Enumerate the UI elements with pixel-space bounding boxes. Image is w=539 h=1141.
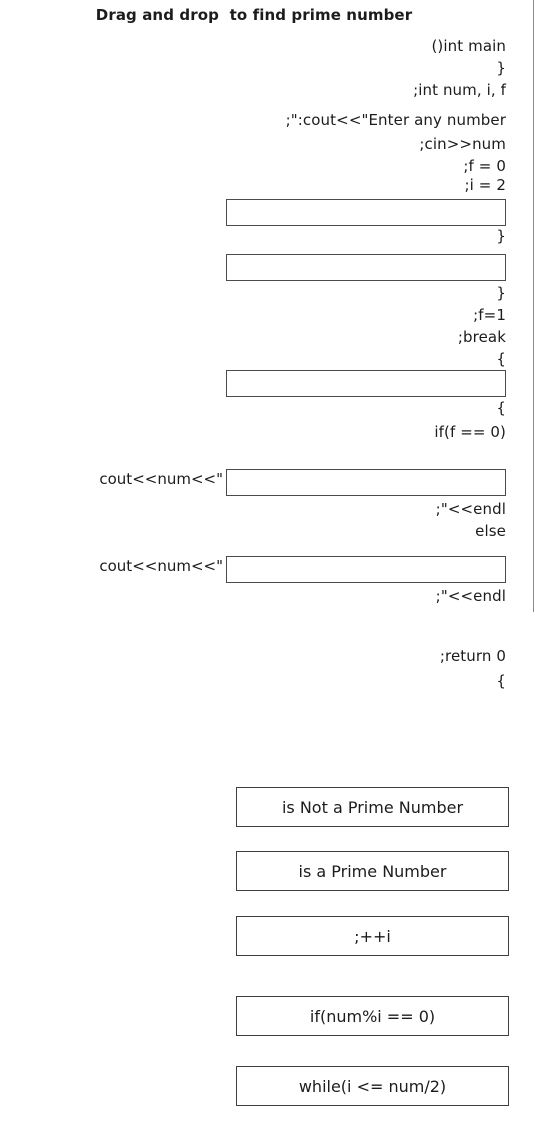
code-line: ;i = 2 xyxy=(464,176,506,194)
answer-tile[interactable]: ;++i xyxy=(236,916,509,956)
code-line: { xyxy=(496,672,506,690)
code-line: ;return 0 xyxy=(439,647,506,665)
code-line: ()int main xyxy=(431,37,506,55)
answer-tile[interactable]: while(i <= num/2) xyxy=(236,1066,509,1106)
code-line: ;"<<endl xyxy=(435,500,506,518)
worksheet-page: Drag and drop to find prime number ()int… xyxy=(0,0,539,1141)
answer-tile[interactable]: is a Prime Number xyxy=(236,851,509,891)
code-line: } xyxy=(496,284,506,302)
answer-tile[interactable]: is Not a Prime Number xyxy=(236,787,509,827)
code-line: } xyxy=(496,59,506,77)
code-line: ;int num, i, f xyxy=(413,81,506,99)
answer-tile[interactable]: if(num%i == 0) xyxy=(236,996,509,1036)
drop-slot-4[interactable] xyxy=(226,469,506,496)
code-line: else xyxy=(475,522,506,540)
code-line: { xyxy=(496,350,506,368)
code-line: ;cin>>num xyxy=(419,135,506,153)
code-line: ;f = 0 xyxy=(463,157,506,175)
drop-slot-5[interactable] xyxy=(226,556,506,583)
page-right-rule xyxy=(533,0,534,612)
cout-prefix-label: cout<<num<<" xyxy=(99,470,223,488)
code-line: ;"<<endl xyxy=(435,587,506,605)
cout-prefix-label: cout<<num<<" xyxy=(99,557,223,575)
page-title: Drag and drop to find prime number xyxy=(95,6,413,24)
code-line: { xyxy=(496,399,506,417)
drop-slot-3[interactable] xyxy=(226,370,506,397)
drop-slot-2[interactable] xyxy=(226,254,506,281)
code-line: ;f=1 xyxy=(473,306,506,324)
code-line: ;":cout<<"Enter any number xyxy=(285,111,506,129)
drop-slot-1[interactable] xyxy=(226,199,506,226)
code-line: } xyxy=(496,227,506,245)
code-line: ;break xyxy=(457,328,506,346)
code-line: if(f == 0) xyxy=(434,423,506,441)
